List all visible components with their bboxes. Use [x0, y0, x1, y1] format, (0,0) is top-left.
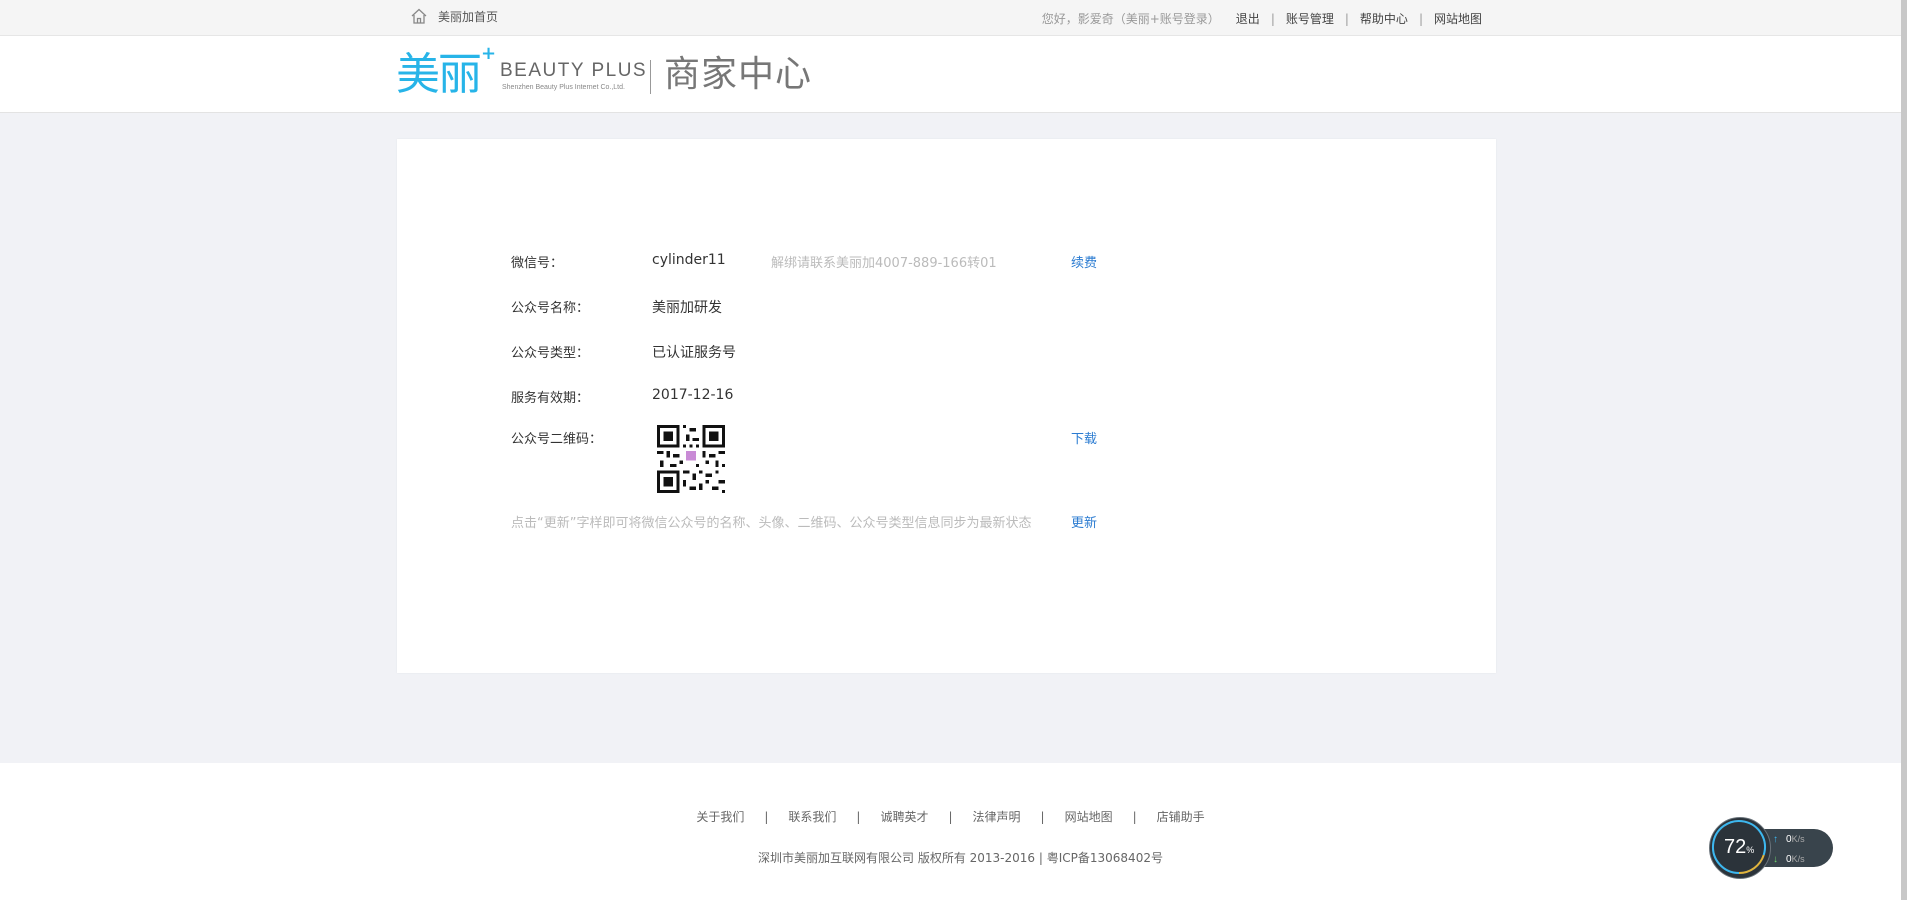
logo-plus-mark: +: [481, 43, 497, 64]
usage-percent-value: 72: [1724, 836, 1747, 858]
separator: |: [1344, 11, 1349, 26]
usage-percent: 72%: [1724, 836, 1754, 859]
scrollbar-thumb[interactable]: [1901, 0, 1907, 900]
footer-link-about[interactable]: 关于我们: [696, 810, 744, 824]
top-bar-right: 您好，影爱奇（美丽+账号登录） 退出 | 账号管理 | 帮助中心 | 网站地图: [1042, 10, 1482, 27]
upload-speed: ↑ 0K/s: [1773, 834, 1805, 845]
footer-links: 关于我们 | 联系我们 | 诚聘英才 | 法律声明 | 网站地图 | 店铺助手: [0, 808, 1901, 825]
greeting-text: 您好，影爱奇（美丽+账号登录）: [1041, 12, 1220, 26]
top-bar: 美丽加首页 您好，影爱奇（美丽+账号登录） 退出 | 账号管理 | 帮助中心 |…: [0, 0, 1901, 36]
home-link[interactable]: 美丽加首页: [410, 7, 498, 25]
wechat-value: cylinder11: [652, 252, 726, 268]
footer-separator: |: [948, 810, 953, 824]
qr-code-image: [657, 425, 725, 493]
expiry-value: 2017-12-16: [652, 387, 734, 403]
speed-unit: K/s: [1791, 834, 1805, 844]
wechat-label: 微信号：: [511, 256, 564, 271]
account-type-value: 已认证服务号: [652, 345, 736, 361]
separator: |: [1418, 11, 1423, 26]
footer-separator: |: [764, 810, 769, 824]
download-arrow-icon: ↓: [1773, 854, 1778, 865]
unbind-note: 解绑请联系美丽加4007-889-166转01: [771, 256, 997, 271]
separator: |: [1270, 11, 1275, 26]
footer-separator: |: [1132, 810, 1137, 824]
logo-company-text: Shenzhen Beauty Plus Internet Co.,Ltd.: [502, 84, 625, 91]
qr-label: 公众号二维码：: [511, 432, 603, 447]
footer-link-legal[interactable]: 法律声明: [973, 810, 1021, 824]
logout-link[interactable]: 退出: [1236, 10, 1260, 27]
footer-link-careers[interactable]: 诚聘英才: [880, 810, 928, 824]
copyright-text: 深圳市美丽加互联网有限公司 版权所有 2013-2016 | 粤ICP备1306…: [758, 851, 1163, 865]
home-icon: [410, 7, 428, 25]
home-label: 美丽加首页: [438, 9, 499, 24]
header: 美丽 + BEAUTY PLUS Shenzhen Beauty Plus In…: [0, 36, 1901, 113]
network-speed-widget[interactable]: 72% ↑ 0K/s ↓ 0K/s: [1709, 817, 1834, 879]
account-name-value: 美丽加研发: [652, 300, 722, 316]
help-center-link[interactable]: 帮助中心: [1360, 10, 1408, 27]
footer: 关于我们 | 联系我们 | 诚聘英才 | 法律声明 | 网站地图 | 店铺助手 深圳市美丽加互联网有…: [0, 763, 1901, 900]
footer-link-store-assistant[interactable]: 店铺助手: [1157, 810, 1205, 824]
logo-english-text: BEAUTY PLUS: [500, 60, 648, 81]
footer-separator: |: [856, 810, 861, 824]
update-hint: 点击“更新”字样即可将微信公众号的名称、头像、二维码、公众号类型信息同步为最新状…: [511, 516, 1032, 531]
footer-link-contact[interactable]: 联系我们: [788, 810, 836, 824]
page-title: 商家中心: [664, 54, 813, 95]
usage-percent-unit: %: [1746, 845, 1755, 855]
account-name-label: 公众号名称：: [511, 301, 590, 316]
account-type-label: 公众号类型：: [511, 346, 590, 361]
download-speed: ↓ 0K/s: [1773, 854, 1805, 865]
renew-link[interactable]: 续费: [1071, 252, 1097, 271]
update-link[interactable]: 更新: [1071, 512, 1097, 531]
vertical-scrollbar[interactable]: [1901, 0, 1907, 900]
account-management-link[interactable]: 账号管理: [1286, 10, 1334, 27]
upload-arrow-icon: ↑: [1773, 834, 1778, 845]
sitemap-link[interactable]: 网站地图: [1434, 10, 1482, 27]
footer-separator: |: [1040, 810, 1045, 824]
download-link[interactable]: 下载: [1071, 428, 1097, 447]
logo-divider: [650, 60, 651, 94]
account-info-card: 微信号： cylinder11 解绑请联系美丽加4007-889-166转01 …: [397, 139, 1496, 673]
logo-chinese-text: 美丽: [396, 49, 482, 100]
memory-usage-circle: 72%: [1709, 817, 1771, 879]
footer-link-sitemap[interactable]: 网站地图: [1065, 810, 1113, 824]
speed-unit: K/s: [1791, 854, 1805, 864]
expiry-label: 服务有效期：: [511, 391, 590, 406]
